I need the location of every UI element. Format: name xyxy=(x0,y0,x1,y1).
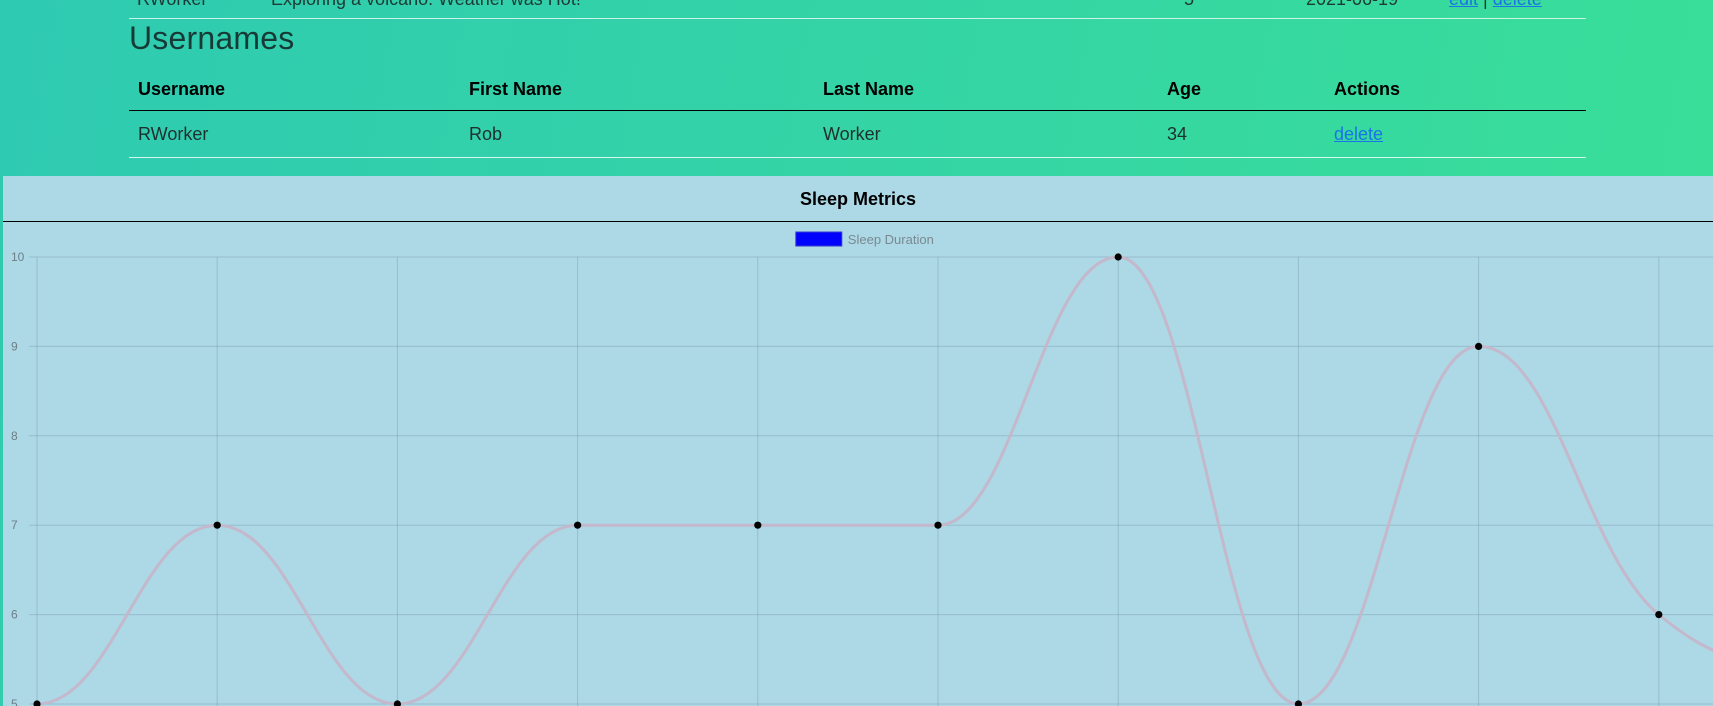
col-username: Username xyxy=(129,68,460,111)
y-tick-label: 6 xyxy=(11,608,18,622)
data-point xyxy=(754,521,762,529)
prev-row-delete-link[interactable]: delete xyxy=(1493,0,1542,9)
col-last-name: Last Name xyxy=(814,68,1158,111)
series-line-sleep-duration xyxy=(36,255,1713,706)
table-row: RWorker Rob Worker 34 delete xyxy=(129,110,1586,158)
y-tick-label: 9 xyxy=(11,339,18,353)
prev-row-username: RWorker xyxy=(137,0,207,10)
cell-first-name: Rob xyxy=(460,110,814,158)
data-point xyxy=(574,521,582,529)
col-first-name: First Name xyxy=(460,68,814,111)
prev-row-value: 5 xyxy=(1184,0,1194,10)
data-point xyxy=(934,521,942,529)
data-point xyxy=(213,521,221,529)
delete-user-link[interactable]: delete xyxy=(1334,124,1383,144)
cell-username: RWorker xyxy=(129,110,460,158)
prev-row-date: 2021-06-19 xyxy=(1306,0,1398,10)
prev-row-actions: edit | delete xyxy=(1449,0,1542,10)
data-point xyxy=(1655,611,1663,619)
y-tick-label: 7 xyxy=(11,518,18,532)
cell-age: 34 xyxy=(1158,110,1325,158)
sleep-metrics-panel: Sleep Metrics 5 6 7 8 9 10 Sleep Duration xyxy=(3,176,1713,706)
usernames-heading: Usernames xyxy=(129,20,295,56)
data-point xyxy=(1114,253,1122,261)
data-point xyxy=(393,700,401,706)
y-tick-label: 5 xyxy=(11,697,18,706)
cell-last-name: Worker xyxy=(814,110,1158,158)
legend-swatch xyxy=(795,231,843,247)
legend-label: Sleep Duration xyxy=(848,232,934,247)
prev-row-separator: | xyxy=(1483,0,1488,9)
data-point xyxy=(33,700,41,706)
top-section: RWorker Exploring a volcano. Weather was… xyxy=(0,0,1713,176)
prev-row-title: Exploring a volcano. Weather was Hot! xyxy=(271,0,581,10)
prev-row-edit-link[interactable]: edit xyxy=(1449,0,1478,9)
usernames-table: Username First Name Last Name Age Action… xyxy=(129,68,1586,158)
table-header-row: Username First Name Last Name Age Action… xyxy=(129,68,1586,111)
sleep-duration-chart: 5 6 7 8 9 10 Sleep Duration xyxy=(11,231,1713,706)
data-point xyxy=(1475,342,1483,350)
data-point xyxy=(1294,700,1302,706)
y-tick-label: 8 xyxy=(11,429,18,443)
y-tick-label: 10 xyxy=(11,250,25,264)
col-actions: Actions xyxy=(1325,68,1586,111)
cell-actions: delete xyxy=(1325,110,1586,158)
previous-table-row: RWorker Exploring a volcano. Weather was… xyxy=(129,0,1586,19)
col-age: Age xyxy=(1158,68,1325,111)
